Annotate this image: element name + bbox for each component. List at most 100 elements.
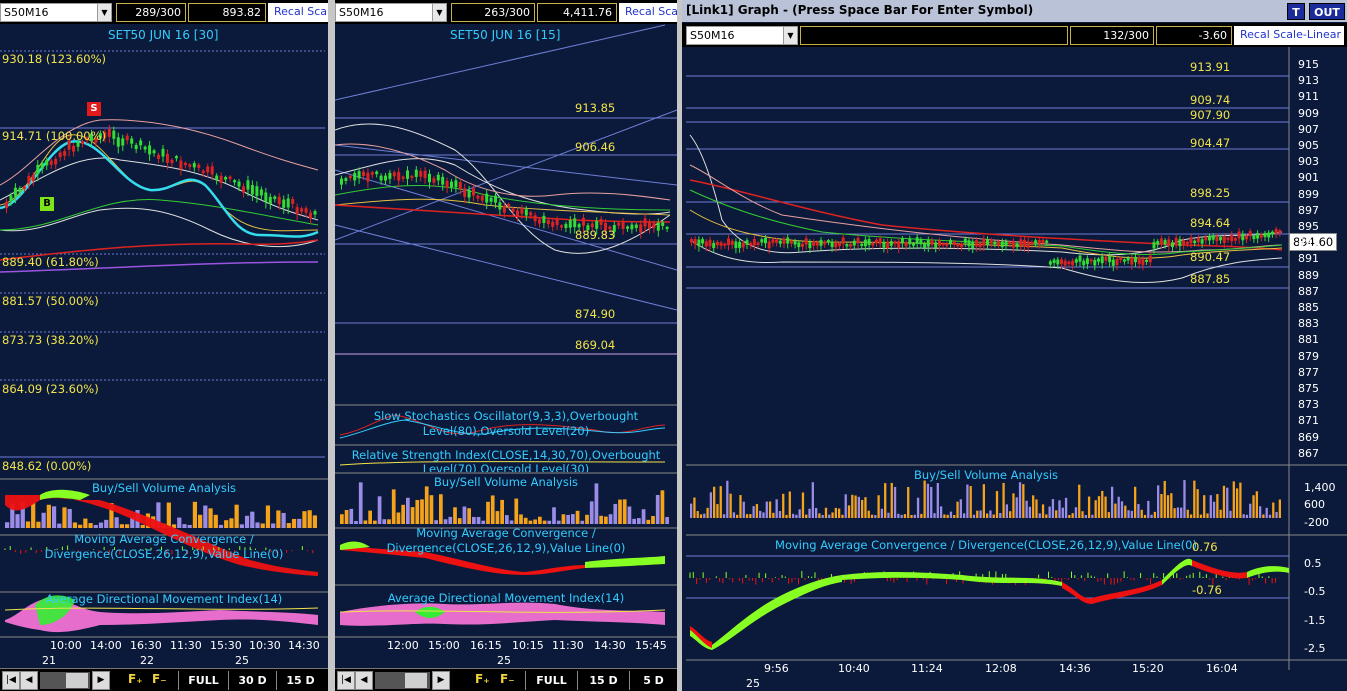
candle-body — [1208, 235, 1211, 241]
scroll-right-button[interactable]: ▶ — [432, 671, 450, 690]
last-value: 4,411.76 — [537, 3, 617, 22]
volume-bar — [841, 514, 844, 518]
stochastic-title-l1: Slow Stochastics Oscillator(9,3,3),Overb… — [373, 409, 639, 423]
range-15d-button[interactable]: 15 D — [577, 671, 629, 690]
candle-body — [63, 151, 67, 156]
volume-bar — [218, 524, 224, 528]
out-button[interactable]: OUT — [1309, 3, 1345, 20]
scroll-track[interactable] — [375, 672, 430, 689]
volume-bar — [969, 486, 972, 518]
scroll-thumb[interactable] — [66, 673, 88, 688]
candle-body — [701, 239, 705, 244]
price-axis-label: 869 — [1298, 430, 1319, 444]
volume-bar — [523, 517, 528, 524]
volume-bar — [490, 495, 495, 524]
volume-bar — [986, 513, 989, 518]
volume-bar — [742, 501, 745, 518]
volume-bar — [1022, 484, 1025, 518]
candle-body — [1122, 259, 1126, 262]
volume-bar — [637, 518, 641, 524]
candle-body — [134, 144, 138, 150]
volume-bar — [916, 497, 920, 518]
volume-bar — [1104, 496, 1107, 518]
volume-bar — [410, 507, 415, 524]
price-axis-label: 905 — [1298, 139, 1319, 152]
volume-bar — [354, 520, 358, 524]
range-full-button[interactable]: FULL — [525, 671, 577, 690]
time-tick: 10:40 — [838, 662, 870, 675]
candle-body — [626, 226, 629, 229]
macd-title-l1: Moving Average Convergence / — [74, 532, 254, 546]
volume-bar — [1081, 511, 1084, 518]
candle-body — [1167, 239, 1171, 246]
scroll-track[interactable] — [40, 672, 90, 689]
recal-scale-button[interactable]: Recal Scale — [268, 3, 328, 22]
time-tick: 10:00 — [50, 639, 82, 652]
candle-body — [1196, 237, 1200, 243]
chart-panel-2-plot — [335, 24, 677, 638]
candle-body — [573, 218, 577, 228]
candle-body — [1089, 259, 1093, 262]
volume-bar — [1258, 506, 1262, 518]
candle-body — [1067, 261, 1071, 264]
time-tick: 11:30 — [170, 639, 202, 652]
symbol-select[interactable]: S50M16 ▼ — [335, 3, 447, 22]
recal-scale-button[interactable]: Recal Scale-Linear — [1234, 26, 1344, 45]
toolbar-toggle-button[interactable]: T — [1287, 3, 1305, 20]
candle-body — [366, 172, 370, 182]
candle-body — [665, 226, 669, 229]
volume-bar — [930, 486, 933, 518]
symbol-select[interactable]: S50M16 ▼ — [686, 26, 798, 45]
candle-body — [219, 175, 223, 183]
volume-bar — [788, 491, 791, 518]
zoom-in-button[interactable]: F₊ — [128, 672, 143, 686]
candle-body — [793, 240, 797, 245]
volume-bar — [613, 503, 618, 524]
candle-body — [1071, 260, 1075, 266]
symbol-select[interactable]: S50M16 ▼ — [0, 3, 112, 22]
range-full-button[interactable]: FULL — [178, 671, 228, 690]
scroll-left-button[interactable]: ◀ — [355, 671, 373, 690]
volume-bar — [1110, 486, 1114, 518]
volume-bar — [198, 514, 203, 528]
volume-bar — [340, 514, 344, 524]
level-label: 898.25 — [1190, 186, 1231, 200]
volume-bar — [745, 514, 749, 518]
volume-bar — [851, 494, 854, 518]
candle-body — [841, 237, 845, 244]
scroll-first-button[interactable]: |◀ — [337, 671, 355, 690]
scroll-left-button[interactable]: ◀ — [20, 671, 38, 690]
candle-body — [934, 242, 938, 248]
candle-body — [436, 174, 440, 181]
recal-scale-button[interactable]: Recal Scale — [619, 3, 677, 22]
scroll-right-button[interactable]: ▶ — [92, 671, 110, 690]
range-30d-button[interactable]: 30 D — [228, 671, 276, 690]
level-label: 907.90 — [1190, 108, 1231, 122]
range-15d-button[interactable]: 15 D — [276, 671, 324, 690]
candle-body — [1100, 256, 1104, 264]
chevron-down-icon[interactable]: ▼ — [432, 4, 446, 21]
candle-body — [384, 175, 387, 181]
zoom-out-button[interactable]: F₋ — [152, 672, 167, 686]
volume-bar — [15, 514, 20, 528]
candle-body — [826, 240, 830, 243]
candle-body — [228, 176, 232, 180]
chevron-down-icon[interactable]: ▼ — [783, 27, 797, 44]
candle-body — [107, 128, 111, 137]
candle-body — [1015, 243, 1019, 248]
zoom-out-button[interactable]: F₋ — [500, 672, 515, 686]
zoom-in-button[interactable]: F₊ — [475, 672, 490, 686]
candle-body — [967, 240, 971, 247]
range-5d-button[interactable]: 5 D — [629, 671, 677, 690]
candle-body — [1134, 256, 1137, 263]
volume-bar — [424, 486, 429, 524]
scroll-thumb[interactable] — [405, 673, 427, 688]
candle-body — [708, 239, 712, 247]
candle-body — [715, 241, 719, 246]
candle-body — [201, 170, 205, 174]
chevron-down-icon[interactable]: ▼ — [97, 4, 111, 21]
candle-body — [524, 209, 528, 216]
candle-body — [656, 222, 660, 231]
scroll-first-button[interactable]: |◀ — [2, 671, 20, 690]
volume-bar — [1245, 514, 1249, 518]
